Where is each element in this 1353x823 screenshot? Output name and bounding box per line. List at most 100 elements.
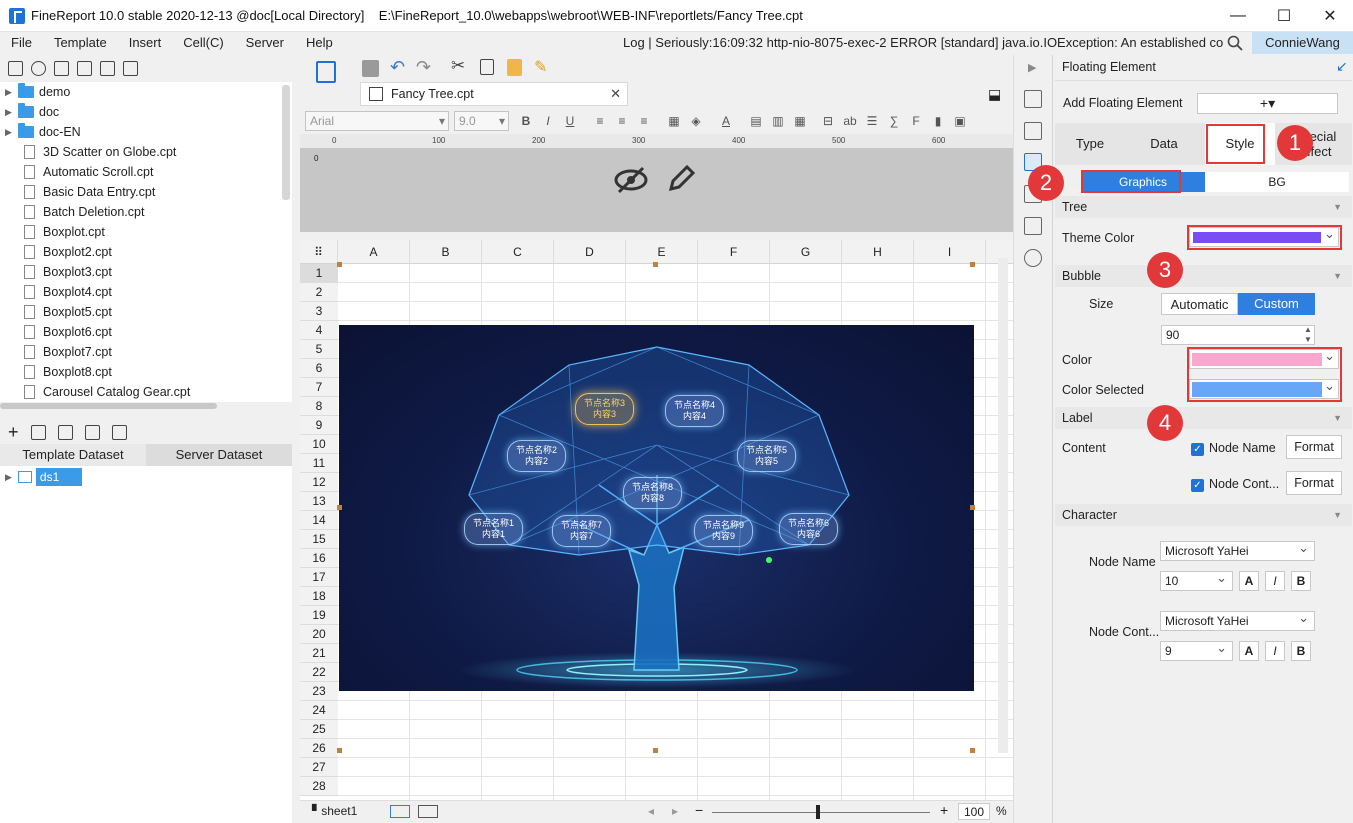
edit-dataset-icon[interactable] — [30, 424, 46, 440]
section-character[interactable]: Character ▼ — [1055, 504, 1352, 526]
zoom-slider[interactable] — [712, 812, 930, 813]
grid-corner[interactable]: ⠿ — [300, 240, 338, 264]
column-header-e[interactable]: E — [626, 240, 698, 264]
row-header[interactable]: 11 — [300, 454, 338, 473]
close-button[interactable]: ✕ — [1307, 0, 1353, 32]
expand-panel-icon[interactable]: ↙ — [1336, 58, 1348, 75]
menu-template[interactable]: Template — [43, 32, 118, 54]
align-center-icon[interactable]: ≡ — [613, 112, 631, 130]
zoom-input[interactable]: 100 — [958, 803, 990, 820]
image-icon[interactable]: ▣ — [951, 112, 969, 130]
column-header-c[interactable]: C — [482, 240, 554, 264]
row-header[interactable]: 15 — [300, 530, 338, 549]
menu-file[interactable]: File — [0, 32, 43, 54]
align-right-icon[interactable]: ≡ — [635, 112, 653, 130]
row-header[interactable]: 14 — [300, 511, 338, 530]
log-message[interactable]: Log | Seriously:16:09:32 http-nio-8075-e… — [623, 32, 1223, 54]
format-painter-icon[interactable]: ✎ — [534, 57, 547, 77]
tree-horizontal-scrollbar[interactable] — [0, 402, 292, 410]
row-header[interactable]: 26 — [300, 739, 338, 758]
node-content-bold-button[interactable]: B — [1291, 641, 1311, 661]
column-header-i[interactable]: I — [914, 240, 986, 264]
row-header[interactable]: 27 — [300, 758, 338, 777]
column-header-b[interactable]: B — [410, 240, 482, 264]
resize-handle[interactable] — [970, 262, 975, 267]
cell-element-icon[interactable] — [1024, 217, 1042, 235]
row-header[interactable]: 17 — [300, 568, 338, 587]
hyperlink-icon[interactable] — [1024, 249, 1042, 267]
section-tree[interactable]: Tree ▼ — [1055, 196, 1352, 218]
row-header[interactable]: 23 — [300, 682, 338, 701]
zoom-slider-thumb[interactable] — [816, 805, 820, 819]
column-header-g[interactable]: G — [770, 240, 842, 264]
tab-server-dataset[interactable]: Server Dataset — [146, 444, 292, 466]
italic-icon[interactable]: I — [539, 112, 557, 130]
open-icon[interactable] — [54, 61, 69, 76]
add-sheet-icon[interactable] — [390, 805, 410, 818]
row-header[interactable]: 18 — [300, 587, 338, 606]
add-form-sheet-icon[interactable] — [418, 805, 438, 818]
row-header[interactable]: 25 — [300, 720, 338, 739]
maximize-button[interactable]: ☐ — [1261, 0, 1307, 32]
row-header[interactable]: 16 — [300, 549, 338, 568]
tab-fancy-tree[interactable]: Fancy Tree.cpt ✕ — [360, 82, 628, 106]
hyperlink-icon[interactable]: ⊟ — [819, 112, 837, 130]
size-automatic-button[interactable]: Automatic — [1161, 293, 1238, 315]
align-left-icon[interactable]: ≡ — [591, 112, 609, 130]
tree-file[interactable]: Boxplot2.cpt — [0, 242, 292, 262]
copy-icon[interactable] — [480, 59, 494, 75]
save-icon[interactable] — [362, 60, 379, 77]
grid-scrollbar[interactable] — [998, 258, 1008, 753]
merge-cells-icon[interactable]: ▤ — [747, 112, 765, 130]
scroll-left-icon[interactable]: ◂ — [648, 804, 654, 818]
tree-file[interactable]: Boxplot5.cpt — [0, 302, 292, 322]
fill-color-icon[interactable]: ◈ — [687, 112, 705, 130]
menu-cell[interactable]: Cell(C) — [172, 32, 234, 54]
node-name-color-button[interactable]: A — [1239, 571, 1259, 591]
dataset-params-icon[interactable] — [111, 424, 127, 440]
font-color-icon[interactable]: A — [717, 112, 735, 130]
column-header-f[interactable]: F — [698, 240, 770, 264]
tab-data[interactable]: Data — [1129, 123, 1199, 165]
tree-folder-doc-en[interactable]: ▶ doc-EN — [0, 122, 292, 142]
user-account-button[interactable]: ConnieWang — [1252, 32, 1353, 54]
tree-file[interactable]: Boxplot4.cpt — [0, 282, 292, 302]
row-header[interactable]: 21 — [300, 644, 338, 663]
tree-folder-doc[interactable]: ▶ doc — [0, 102, 292, 122]
row-header[interactable]: 20 — [300, 625, 338, 644]
row-header[interactable]: 13 — [300, 492, 338, 511]
resize-handle[interactable] — [337, 505, 342, 510]
resize-handle[interactable] — [653, 262, 658, 267]
search-icon[interactable] — [1227, 35, 1243, 51]
row-header[interactable]: 4 — [300, 321, 338, 340]
resize-handle[interactable] — [970, 505, 975, 510]
new-folder-icon[interactable] — [8, 61, 23, 76]
row-header[interactable]: 24 — [300, 701, 338, 720]
collapse-panel-icon[interactable]: ▶ — [1028, 61, 1036, 74]
tab-type[interactable]: Type — [1055, 123, 1125, 165]
sheet-tab[interactable]: ▘sheet1 — [312, 804, 357, 818]
row-header[interactable]: 8 — [300, 397, 338, 416]
template-icon[interactable] — [316, 61, 336, 83]
cell-attributes-icon[interactable] — [1024, 90, 1042, 108]
row-header[interactable]: 28 — [300, 777, 338, 796]
node-name-font-select[interactable]: Microsoft YaHei — [1160, 539, 1315, 561]
tree-file[interactable]: Boxplot6.cpt — [0, 322, 292, 342]
resize-handle[interactable] — [337, 262, 342, 267]
text-icon[interactable]: ab — [841, 112, 859, 130]
size-value-input[interactable]: 90 — [1161, 325, 1315, 345]
hide-icon[interactable] — [613, 165, 649, 195]
row-header[interactable]: 1 — [300, 264, 338, 283]
menu-help[interactable]: Help — [295, 32, 344, 54]
menu-insert[interactable]: Insert — [118, 32, 173, 54]
tree-file[interactable]: 3D Scatter on Globe.cpt — [0, 142, 292, 162]
section-bubble[interactable]: Bubble ▼ — [1055, 265, 1352, 287]
resize-handle[interactable] — [337, 748, 342, 753]
row-header[interactable]: 5 — [300, 340, 338, 359]
function-icon[interactable]: F — [907, 112, 925, 130]
resize-handle[interactable] — [970, 748, 975, 753]
underline-icon[interactable]: U — [561, 112, 579, 130]
size-stepper-icon[interactable]: ▲ ▼ — [1304, 325, 1312, 345]
row-header[interactable]: 10 — [300, 435, 338, 454]
row-header[interactable]: 9 — [300, 416, 338, 435]
